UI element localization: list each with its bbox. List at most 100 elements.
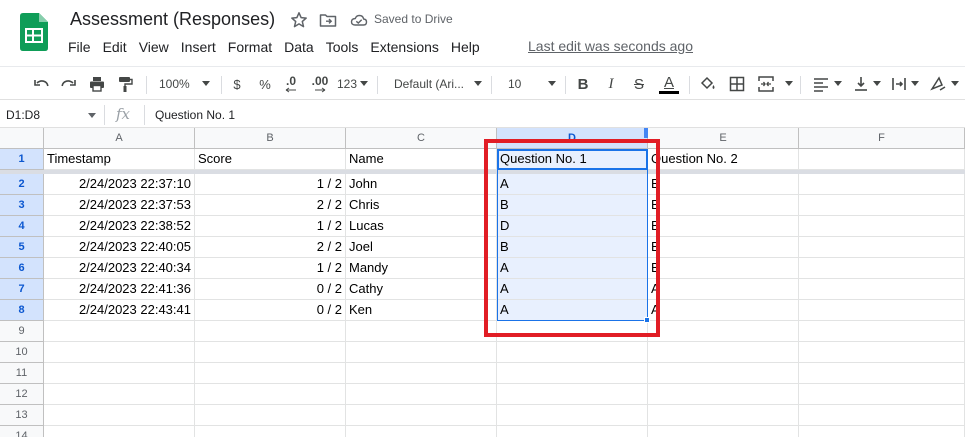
cell-a2[interactable]: 2/24/2023 22:37:10 [44,174,195,195]
italic-button[interactable]: I [602,71,620,97]
cell-e7[interactable]: A [648,279,799,300]
cell-c13[interactable] [346,405,497,426]
cell-d7[interactable]: A [497,279,648,300]
cell-d5[interactable]: B [497,237,648,258]
column-header-a[interactable]: A [44,128,195,149]
cell-c1[interactable]: Name [346,149,497,170]
decrease-decimal-button[interactable]: .0 [280,71,302,97]
cell-d12[interactable] [497,384,648,405]
row-header-12[interactable]: 12 [0,384,44,405]
cell-c12[interactable] [346,384,497,405]
menu-format[interactable]: Format [222,39,278,55]
currency-format-button[interactable]: $ [228,71,246,97]
cell-b2[interactable]: 1 / 2 [195,174,346,195]
cell-b7[interactable]: 0 / 2 [195,279,346,300]
move-to-folder-icon[interactable] [319,11,337,29]
borders-button[interactable] [726,71,748,97]
cell-a12[interactable] [44,384,195,405]
cell-f7[interactable] [799,279,965,300]
row-header-14[interactable]: 14 [0,426,44,437]
name-box-caret-icon[interactable] [88,113,96,118]
cell-e2[interactable]: B [648,174,799,195]
cell-c5[interactable]: Joel [346,237,497,258]
name-box[interactable]: D1:D8 [6,108,40,122]
column-header-d[interactable]: D [497,128,648,149]
paint-format-button[interactable] [114,71,136,97]
cell-d10[interactable] [497,342,648,363]
fill-handle[interactable] [644,317,650,323]
cell-d14[interactable] [497,426,648,437]
cell-e1[interactable]: Question No. 2 [648,149,799,170]
menu-view[interactable]: View [133,39,175,55]
document-title[interactable]: Assessment (Responses) [70,9,275,30]
cell-c4[interactable]: Lucas [346,216,497,237]
cell-e13[interactable] [648,405,799,426]
increase-decimal-button[interactable]: .00 [307,71,333,97]
cell-c8[interactable]: Ken [346,300,497,321]
vertical-align-button[interactable] [850,71,872,97]
column-header-f[interactable]: F [799,128,965,149]
cell-a11[interactable] [44,363,195,384]
cell-d13[interactable] [497,405,648,426]
cell-d11[interactable] [497,363,648,384]
menu-extensions[interactable]: Extensions [364,39,444,55]
cell-e8[interactable]: A [648,300,799,321]
cell-a5[interactable]: 2/24/2023 22:40:05 [44,237,195,258]
menu-edit[interactable]: Edit [97,39,133,55]
row-header-4[interactable]: 4 [0,216,44,237]
select-all-corner[interactable] [0,128,44,149]
cell-a13[interactable] [44,405,195,426]
fill-color-button[interactable] [697,71,719,97]
merge-cells-button[interactable] [755,71,777,97]
cell-e10[interactable] [648,342,799,363]
cell-b12[interactable] [195,384,346,405]
text-rotation-button[interactable] [927,71,949,97]
strikethrough-button[interactable]: S [630,71,648,97]
menu-tools[interactable]: Tools [320,39,365,55]
row-header-3[interactable]: 3 [0,195,44,216]
row-header-8[interactable]: 8 [0,300,44,321]
last-edit-link[interactable]: Last edit was seconds ago [528,38,693,54]
cell-d9[interactable] [497,321,648,342]
bold-button[interactable]: B [574,71,592,97]
cell-c14[interactable] [346,426,497,437]
horizontal-align-button[interactable] [810,71,832,97]
cell-f3[interactable] [799,195,965,216]
cell-a14[interactable] [44,426,195,437]
cell-f13[interactable] [799,405,965,426]
cell-a10[interactable] [44,342,195,363]
cell-a1[interactable]: Timestamp [44,149,195,170]
cell-b4[interactable]: 1 / 2 [195,216,346,237]
cell-a3[interactable]: 2/24/2023 22:37:53 [44,195,195,216]
cell-c3[interactable]: Chris [346,195,497,216]
cell-b3[interactable]: 2 / 2 [195,195,346,216]
percent-format-button[interactable]: % [256,71,274,97]
cell-e14[interactable] [648,426,799,437]
cell-a7[interactable]: 2/24/2023 22:41:36 [44,279,195,300]
cell-e6[interactable]: B [648,258,799,279]
cell-b10[interactable] [195,342,346,363]
cell-a4[interactable]: 2/24/2023 22:38:52 [44,216,195,237]
row-header-7[interactable]: 7 [0,279,44,300]
cell-e11[interactable] [648,363,799,384]
menu-help[interactable]: Help [445,39,486,55]
cell-e3[interactable]: B [648,195,799,216]
cell-f5[interactable] [799,237,965,258]
cell-b11[interactable] [195,363,346,384]
cell-f2[interactable] [799,174,965,195]
star-icon[interactable] [290,11,308,29]
column-header-b[interactable]: B [195,128,346,149]
cell-f1[interactable] [799,149,965,170]
cell-f4[interactable] [799,216,965,237]
cell-f10[interactable] [799,342,965,363]
cell-a8[interactable]: 2/24/2023 22:43:41 [44,300,195,321]
frozen-row-divider[interactable] [0,170,965,174]
row-header-10[interactable]: 10 [0,342,44,363]
text-color-button[interactable]: A [657,71,681,97]
cell-b1[interactable]: Score [195,149,346,170]
column-header-c[interactable]: C [346,128,497,149]
cell-b9[interactable] [195,321,346,342]
row-header-11[interactable]: 11 [0,363,44,384]
cell-b14[interactable] [195,426,346,437]
print-button[interactable] [86,71,108,97]
